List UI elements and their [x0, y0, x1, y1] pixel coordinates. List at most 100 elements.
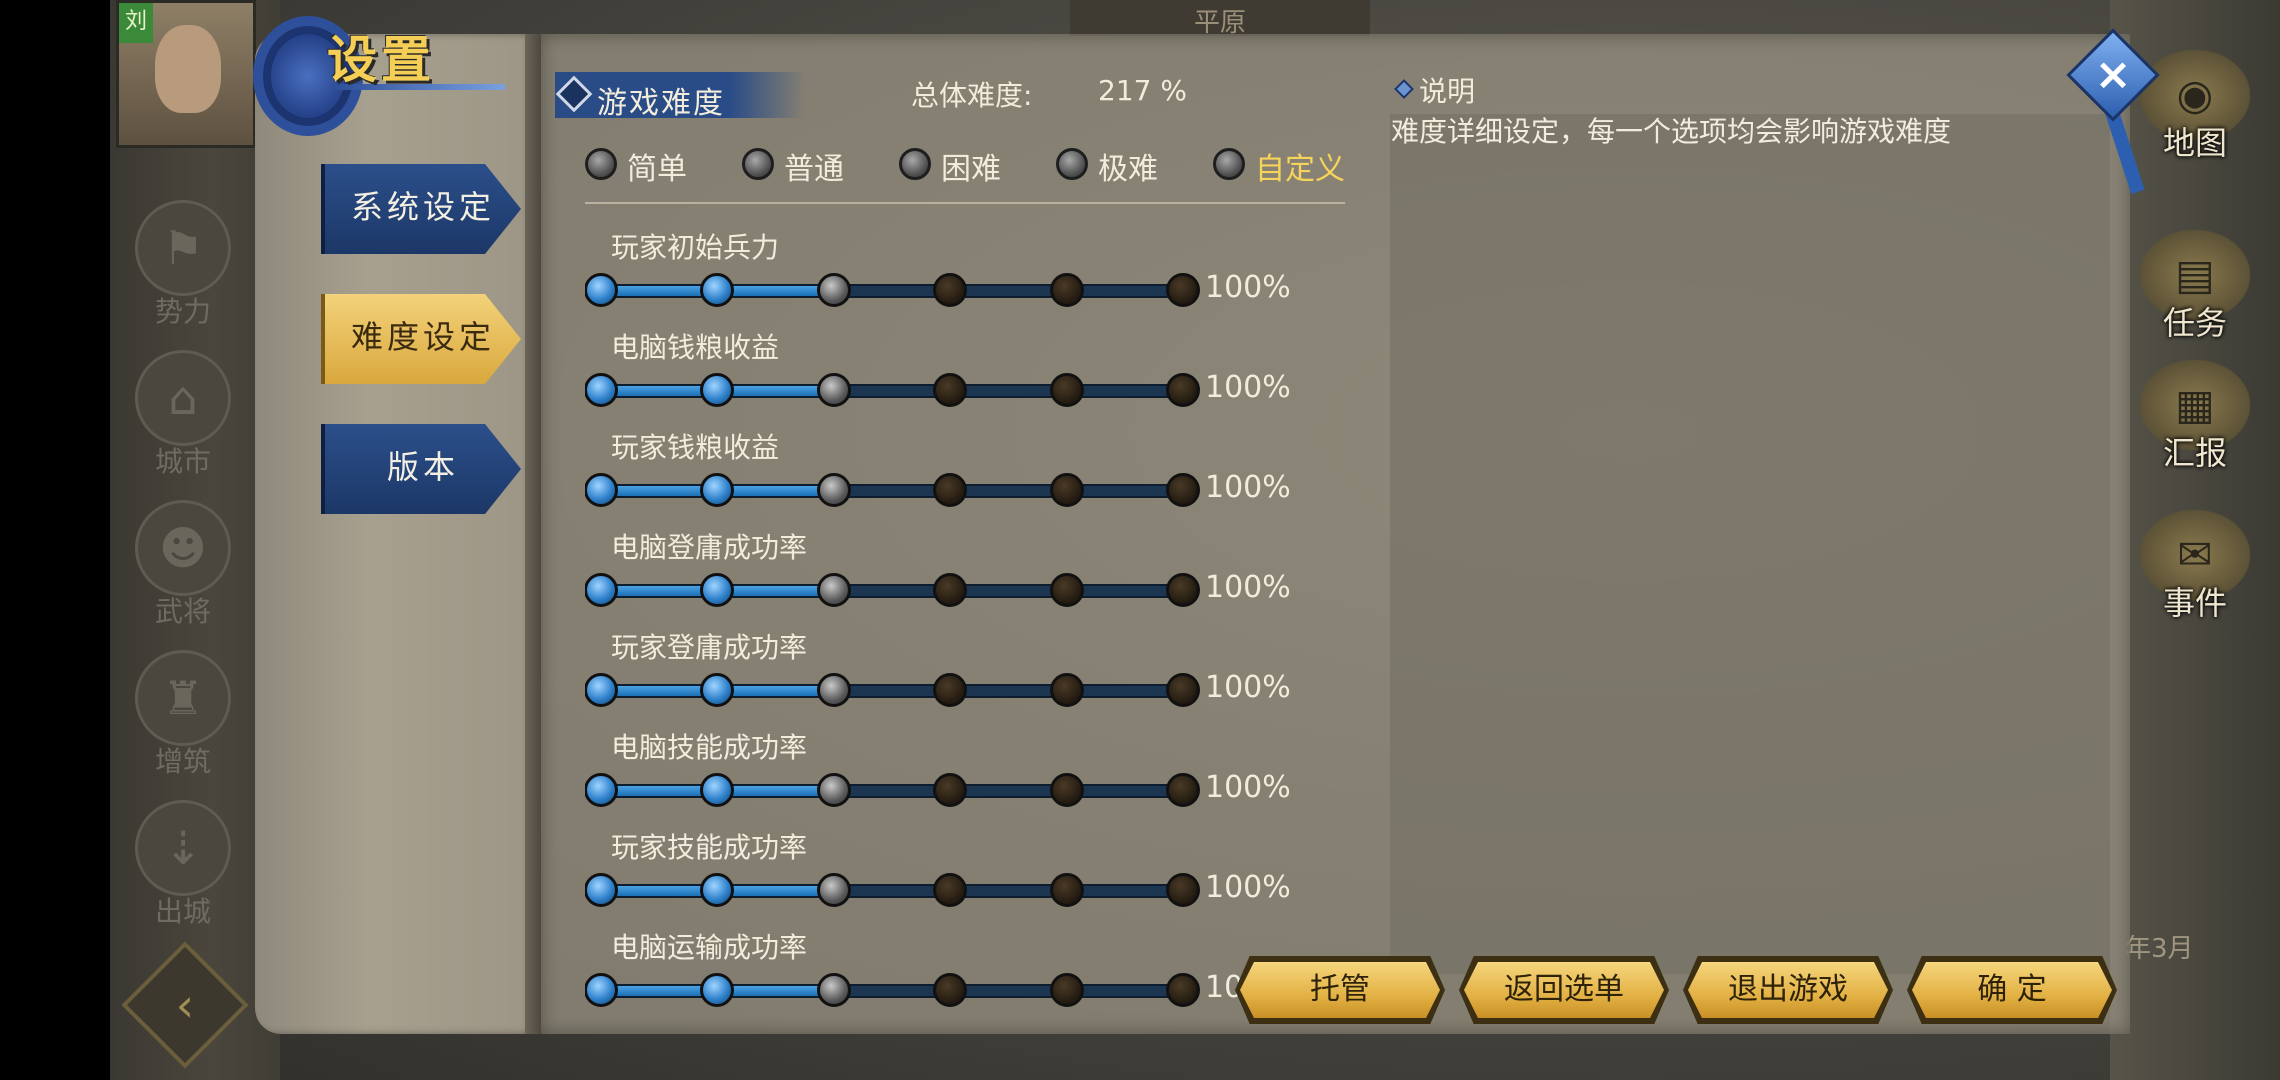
slider-step-knob[interactable] [585, 773, 618, 807]
nav-sortie[interactable]: ⇣ 出城 [118, 800, 248, 930]
nav-event-label: 事件 [2162, 584, 2227, 622]
confirm-button[interactable]: 确 定 [1912, 962, 2112, 1018]
slider-step-knob[interactable] [1166, 873, 1200, 907]
date-partial: 年3月 [2125, 934, 2194, 964]
slider-step-knob[interactable] [585, 873, 618, 907]
nav-task-label: 任务 [2162, 304, 2227, 342]
exit-game-button[interactable]: 退出游戏 [1688, 962, 1888, 1018]
radio-icon [742, 148, 774, 180]
slider-step-knob[interactable] [1049, 873, 1084, 907]
slider-track[interactable] [601, 584, 1183, 598]
tab-difficulty-settings[interactable]: 难度设定 [321, 294, 521, 384]
slider-step-knob[interactable] [585, 473, 618, 507]
slider-step-knob[interactable] [933, 573, 968, 607]
slider-step-knob[interactable] [1166, 273, 1200, 307]
slider-step-knob[interactable] [1049, 573, 1084, 607]
nav-general[interactable]: ☻ 武将 [118, 500, 248, 630]
slider-step-knob[interactable] [585, 373, 618, 407]
option-label: 玩家钱粮收益 [611, 431, 780, 464]
slider-step-knob[interactable] [1049, 773, 1084, 807]
option-value: 100% [1205, 770, 1291, 805]
slider-step-knob[interactable] [700, 873, 735, 907]
nav-report[interactable]: ▦ 汇报 [2120, 360, 2270, 474]
slider-track[interactable] [601, 484, 1183, 498]
slider-step-knob[interactable] [1166, 973, 1200, 1007]
slider-step-knob[interactable] [1049, 473, 1084, 507]
slider-step-knob[interactable] [933, 773, 968, 807]
preset-label: 极难 [1098, 152, 1158, 187]
avatar-faction-tag: 刘 [119, 3, 153, 43]
slider-step-knob[interactable] [700, 273, 735, 307]
slider-step-knob[interactable] [700, 673, 735, 707]
city-icon: ⌂ [135, 350, 231, 446]
option-label: 电脑技能成功率 [611, 731, 808, 764]
chevron-left-icon: ‹ [175, 978, 195, 1032]
slider-step-knob[interactable] [700, 473, 735, 507]
slider-step-knob[interactable] [700, 773, 735, 807]
slider-step-knob[interactable] [816, 373, 851, 407]
slider-step-knob[interactable] [816, 473, 851, 507]
slider-step-knob[interactable] [1049, 373, 1084, 407]
preset-label: 困难 [941, 152, 1001, 187]
slider-step-knob[interactable] [1049, 673, 1084, 707]
slider-step-knob[interactable] [933, 673, 968, 707]
nav-faction[interactable]: ⚑ 势力 [118, 200, 248, 330]
nav-task[interactable]: ▤ 任务 [2120, 230, 2270, 344]
slider-step-knob[interactable] [1049, 273, 1084, 307]
slider-track[interactable] [601, 284, 1183, 298]
slider-track[interactable] [601, 784, 1183, 798]
slider-step-knob[interactable] [816, 973, 851, 1007]
description-header-label: 说明 [1419, 75, 1476, 108]
option-value: 100% [1205, 570, 1291, 605]
diamond-icon [555, 75, 593, 113]
option-value: 100% [1205, 670, 1291, 705]
slider-step-knob[interactable] [933, 273, 968, 307]
difficulty-option-row: 玩家登庸成功率 100% [585, 626, 1385, 726]
tab-system-settings[interactable]: 系统设定 [321, 164, 521, 254]
slider-step-knob[interactable] [1166, 673, 1200, 707]
slider-step-knob[interactable] [585, 573, 618, 607]
slider-step-knob[interactable] [1166, 473, 1200, 507]
panel-title: 设置 [327, 30, 435, 89]
slider-step-knob[interactable] [816, 673, 851, 707]
slider-step-knob[interactable] [1049, 973, 1084, 1007]
slider-step-knob[interactable] [585, 273, 618, 307]
slider-step-knob[interactable] [933, 473, 968, 507]
slider-track[interactable] [601, 684, 1183, 698]
slider-step-knob[interactable] [933, 373, 968, 407]
difficulty-options-list[interactable]: 玩家初始兵力 100% 电脑钱粮收益 100% 玩家钱粮收益 100% 电脑登庸成功率 100… [585, 226, 1385, 1012]
nav-city[interactable]: ⌂ 城市 [118, 350, 248, 480]
nav-build[interactable]: ♜ 增筑 [118, 650, 248, 780]
nav-faction-label: 势力 [154, 295, 211, 328]
slider-step-knob[interactable] [700, 373, 735, 407]
slider-step-knob[interactable] [1166, 373, 1200, 407]
slider-track[interactable] [601, 884, 1183, 898]
settings-panel: 设置 系统设定 难度设定 版本 游戏难度 总体难度: 217 % 简单 普通 困… [253, 16, 2160, 1034]
back-to-menu-button[interactable]: 返回选单 [1464, 962, 1664, 1018]
auto-button[interactable]: 托管 [1240, 962, 1440, 1018]
nav-sortie-label: 出城 [154, 895, 211, 928]
slider-step-knob[interactable] [816, 573, 851, 607]
slider-step-knob[interactable] [700, 973, 735, 1007]
slider-step-knob[interactable] [933, 973, 968, 1007]
slider-step-knob[interactable] [585, 973, 618, 1007]
nav-event[interactable]: ✉ 事件 [2120, 510, 2270, 624]
slider-track[interactable] [601, 384, 1183, 398]
difficulty-option-row: 玩家钱粮收益 100% [585, 426, 1385, 526]
slider-step-knob[interactable] [700, 573, 735, 607]
slider-step-knob[interactable] [816, 873, 851, 907]
nav-general-label: 武将 [154, 595, 211, 628]
slider-step-knob[interactable] [1166, 773, 1200, 807]
slider-track[interactable] [601, 984, 1183, 998]
slider-step-knob[interactable] [933, 873, 968, 907]
nav-report-label: 汇报 [2162, 434, 2227, 472]
slider-step-knob[interactable] [816, 273, 851, 307]
slider-step-knob[interactable] [1166, 573, 1200, 607]
tab-version[interactable]: 版本 [321, 424, 521, 514]
divider [585, 202, 1345, 204]
slider-step-knob[interactable] [816, 773, 851, 807]
description-box [1390, 114, 2110, 974]
description-text: 难度详细设定，每一个选项均会影响游戏难度 [1391, 115, 1952, 148]
slider-step-knob[interactable] [585, 673, 618, 707]
option-value: 100% [1205, 870, 1291, 905]
